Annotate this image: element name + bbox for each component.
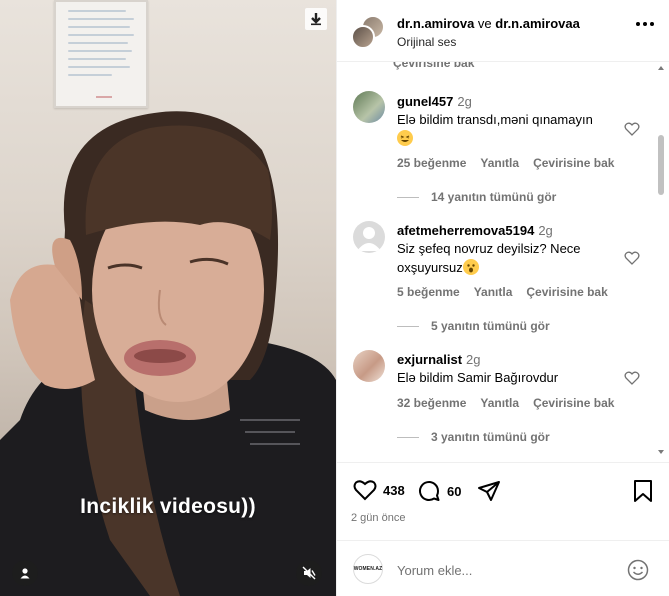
emoji-picker-icon[interactable]: [627, 559, 649, 581]
laughing-emoji-icon: [397, 130, 413, 146]
mute-button[interactable]: [296, 560, 322, 586]
comments-list[interactable]: Çevirisine bak gunel457 2g Elə bildim tra…: [337, 62, 669, 462]
like-heart-icon[interactable]: [624, 250, 640, 266]
like-heart-icon[interactable]: [624, 370, 640, 386]
authors-connector: ve: [474, 16, 496, 31]
audio-link[interactable]: Orijinal ses: [397, 35, 456, 49]
post-timestamp[interactable]: 2 gün önce: [351, 512, 405, 524]
heart-icon: [353, 480, 377, 501]
likes-count[interactable]: 32 beğenme: [397, 396, 466, 410]
comment-meta: 5 beğenme Yanıtla Çevirisine bak: [397, 285, 622, 299]
view-replies-button[interactable]: 3 yanıtın tümünü gör: [397, 430, 550, 444]
author-link-1[interactable]: dr.n.amirova: [397, 16, 474, 31]
likes-count[interactable]: 5 beğenme: [397, 285, 460, 299]
share-button[interactable]: [477, 479, 501, 503]
comment-age: 2g: [457, 94, 472, 109]
comment-age: 2g: [538, 223, 553, 238]
post-header: dr.n.amirova ve dr.n.amirovaa Orijinal s…: [337, 0, 669, 62]
author-avatars[interactable]: [351, 15, 385, 49]
scrollbar-thumb[interactable]: [658, 135, 664, 195]
comment-meta: 25 beğenme Yanıtla Çevirisine bak: [397, 156, 628, 170]
avatar[interactable]: [353, 91, 385, 123]
view-replies-button[interactable]: 5 yanıtın tümünü gör: [397, 319, 550, 333]
comment-text: Elə bildim transdı,məni qınamayın: [397, 110, 627, 148]
bookmark-icon: [634, 480, 652, 502]
video-player[interactable]: Inciklik videosu)): [0, 0, 336, 596]
more-options-icon[interactable]: [636, 22, 654, 26]
send-icon: [478, 481, 500, 501]
view-replies-button[interactable]: 14 yanıtın tümünü gör: [397, 190, 556, 204]
instagram-post-window: Inciklik videosu)) dr.n.amirova ve dr.n.…: [0, 0, 669, 596]
see-translation-link[interactable]: Çevirisine bak: [526, 285, 607, 299]
comment-text: Elə bildim Samir Bağırovdur: [397, 370, 559, 385]
like-count[interactable]: 438: [383, 483, 405, 498]
comment-button[interactable]: 60: [417, 479, 461, 503]
author-link-2[interactable]: dr.n.amirovaa: [495, 16, 580, 31]
post-side-panel: dr.n.amirova ve dr.n.amirovaa Orijinal s…: [336, 0, 669, 596]
default-user-icon: [357, 227, 381, 251]
download-icon: [311, 13, 321, 26]
astonished-emoji-icon: [462, 259, 479, 275]
comment-username[interactable]: gunel457 2g: [397, 94, 472, 109]
comment-meta: 32 beğenme Yanıtla Çevirisine bak: [397, 396, 628, 410]
comment-age: 2g: [466, 352, 481, 367]
avatar[interactable]: [353, 350, 385, 382]
user-icon: [20, 568, 30, 579]
reply-button[interactable]: Yanıtla: [480, 396, 519, 410]
avatar: [351, 25, 375, 49]
comment-text: Siz şefeq novruz deyilsiz? Nece oxşuyurs…: [397, 241, 581, 275]
add-comment-bar: WOMEN.AZ: [337, 540, 669, 596]
see-translation-link[interactable]: Çevirisine bak: [533, 396, 614, 410]
post-authors: dr.n.amirova ve dr.n.amirovaa: [397, 16, 580, 31]
video-caption: Inciklik videosu)): [80, 495, 256, 518]
see-translation-link[interactable]: Çevirisine bak: [533, 156, 614, 170]
comment-username[interactable]: afetmeherremova5194 2g: [397, 223, 553, 238]
comment-bubble-icon: [419, 481, 440, 501]
like-heart-icon[interactable]: [624, 121, 640, 137]
save-button[interactable]: [633, 479, 653, 503]
like-button[interactable]: 438: [353, 479, 405, 501]
scroll-down-arrow-icon[interactable]: [658, 450, 664, 454]
tagged-users-button[interactable]: [12, 560, 38, 586]
comment-input[interactable]: [397, 560, 617, 580]
avatar[interactable]: [353, 221, 385, 253]
reply-button[interactable]: Yanıtla: [474, 285, 513, 299]
likes-count[interactable]: 25 beğenme: [397, 156, 466, 170]
post-actions-bar: 438 60 2 gün önce: [337, 462, 669, 540]
comment-count[interactable]: 60: [447, 484, 461, 499]
see-translation-link[interactable]: Çevirisine bak: [393, 62, 474, 70]
mute-icon: [302, 566, 316, 580]
download-button[interactable]: [305, 8, 327, 30]
comment-username[interactable]: exjurnalist 2g: [397, 352, 481, 367]
scroll-up-arrow-icon[interactable]: [658, 66, 664, 70]
reply-button[interactable]: Yanıtla: [480, 156, 519, 170]
brand-avatar[interactable]: WOMEN.AZ: [353, 554, 383, 584]
